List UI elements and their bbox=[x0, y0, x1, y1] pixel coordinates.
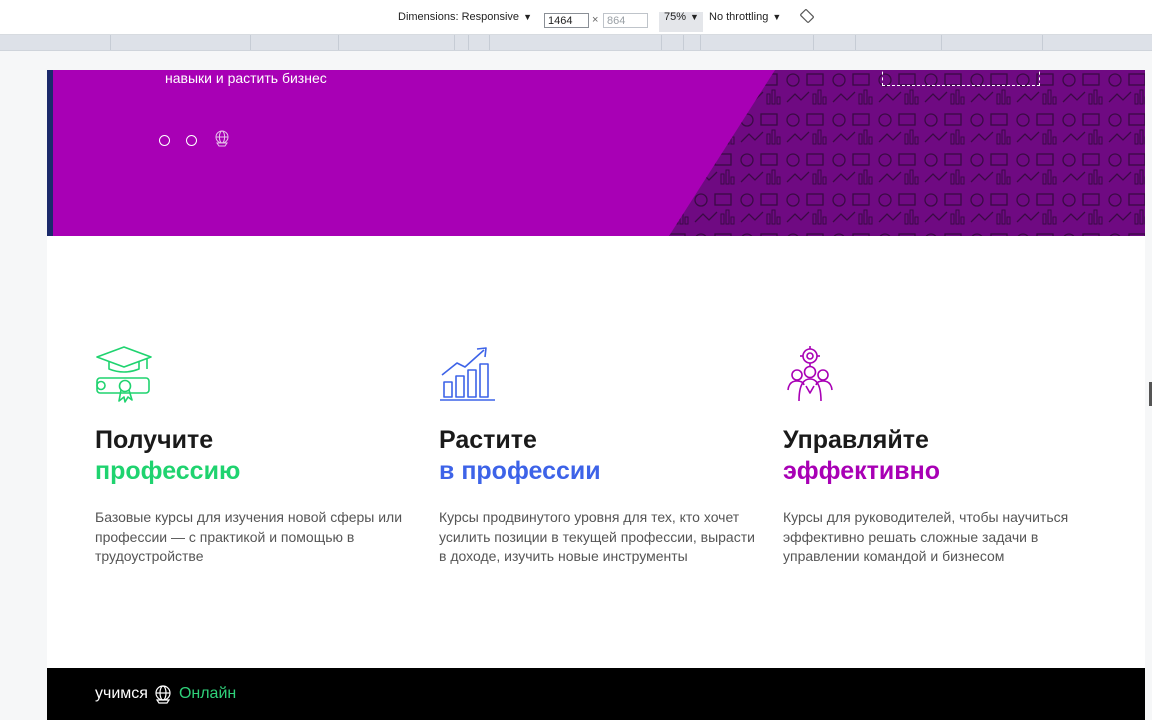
dimensions-label: Dimensions: Responsive bbox=[398, 11, 520, 23]
carousel-dots bbox=[159, 129, 231, 151]
feature-title-line1: Растите bbox=[439, 426, 537, 454]
page-viewport: навыки и растить бизнес Получите професс… bbox=[47, 70, 1145, 720]
chevron-down-icon: ▼ bbox=[772, 12, 782, 22]
logo-text-part2: Онлайн bbox=[178, 685, 237, 702]
team-management-icon bbox=[783, 345, 843, 403]
globe-icon bbox=[155, 685, 171, 704]
feature-title-line2: в профессии bbox=[439, 457, 601, 485]
chevron-down-icon: ▼ bbox=[523, 12, 532, 22]
throttling-label: No throttling bbox=[709, 11, 769, 23]
zoom-label: 75% bbox=[664, 11, 687, 23]
footer-logo[interactable]: учимся Онлайн bbox=[95, 684, 236, 704]
height-input[interactable]: 864 bbox=[603, 13, 648, 28]
feature-description: Курсы для руководителей, чтобы научиться… bbox=[783, 509, 1069, 564]
feature-description: Курсы продвинутого уровня для тех, кто х… bbox=[439, 509, 755, 564]
graduation-diploma-icon bbox=[95, 345, 155, 403]
feature-title-line2: эффективно bbox=[783, 457, 940, 485]
feature-title: Управляйте эффективно bbox=[783, 425, 940, 487]
feature-title-line1: Управляйте bbox=[783, 426, 929, 454]
times-separator: × bbox=[592, 14, 599, 26]
zoom-dropdown[interactable]: 75% ▼ bbox=[664, 10, 699, 24]
dimensions-dropdown[interactable]: Dimensions: Responsive ▼ bbox=[398, 10, 532, 24]
devtools-toolbar: Dimensions: Responsive ▼ 1464 × 864 75% ▼ … bbox=[0, 0, 1152, 35]
carousel-dot[interactable] bbox=[186, 134, 197, 146]
logo-text-part1: учимся bbox=[95, 685, 148, 702]
feature-title: Растите в профессии bbox=[439, 425, 601, 487]
hero-subtitle: навыки и растить бизнес bbox=[165, 70, 327, 86]
feature-title: Получите профессию bbox=[95, 425, 240, 487]
media-query-ruler bbox=[0, 35, 1152, 51]
footer: учимся Онлайн bbox=[47, 668, 1145, 720]
hero-banner: навыки и растить бизнес bbox=[47, 70, 1145, 236]
carousel-dot[interactable] bbox=[159, 134, 170, 146]
hero-left-edge bbox=[47, 70, 53, 236]
globe-icon[interactable] bbox=[213, 129, 231, 151]
doodle-pattern bbox=[669, 70, 1145, 236]
feature-title-line2: профессию bbox=[95, 457, 241, 485]
width-input[interactable]: 1464 bbox=[544, 13, 589, 28]
chevron-down-icon: ▼ bbox=[690, 12, 699, 22]
throttling-dropdown[interactable]: No throttling ▼ bbox=[709, 10, 781, 24]
growth-chart-icon bbox=[439, 345, 499, 403]
feature-description: Базовые курсы для изучения новой сферы и… bbox=[95, 509, 403, 564]
feature-title-line1: Получите bbox=[95, 426, 214, 454]
hero-cta-button[interactable] bbox=[882, 70, 1040, 86]
rotate-icon[interactable] bbox=[800, 9, 814, 27]
